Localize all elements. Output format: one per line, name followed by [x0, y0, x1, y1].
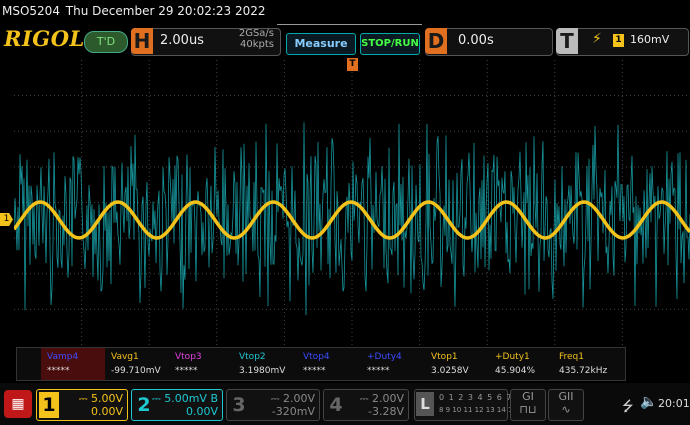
- measurement-value: *****: [47, 366, 70, 376]
- channel-4-button[interactable]: 4 ⎓ 2.00V -3.28V: [323, 389, 409, 421]
- measurement-item[interactable]: Vamp4 *****: [41, 348, 105, 380]
- measurement-item[interactable]: +Duty4 *****: [361, 348, 425, 380]
- usb-icon: ⭍: [622, 399, 634, 415]
- channel-number: 1: [39, 392, 59, 418]
- sample-rate: 2GSa/s: [238, 28, 274, 39]
- generator-2-button[interactable]: GII ∿: [548, 389, 584, 421]
- trigger-position-marker[interactable]: T: [347, 58, 358, 71]
- measurement-name: Freq1: [559, 352, 585, 362]
- logic-channels-low: 0 1 2 3 4 5 6 7: [439, 393, 513, 402]
- channel-number: 4: [329, 394, 343, 416]
- square-wave-icon: ⊓⊔: [519, 403, 537, 416]
- measurement-value: 3.1980mV: [239, 366, 286, 376]
- ch2-waveform: [14, 122, 690, 316]
- title-bar: MSO5204 Thu December 29 20:02:23 2022: [0, 0, 690, 22]
- measurement-name: Vtop2: [239, 352, 266, 362]
- sine-wave-icon: ∿: [561, 403, 571, 416]
- measure-button[interactable]: Measure: [286, 33, 356, 55]
- channel-offset: -3.28V: [368, 405, 404, 418]
- channel-offset: 0.00V: [90, 405, 123, 418]
- measurement-bar: Vamp4 ***** Vavg1 -99.710mV Vtop3 ***** Vtop2 3…: [16, 347, 626, 381]
- waveform-display[interactable]: [14, 60, 690, 345]
- channel-offset: 0.00V: [185, 405, 218, 418]
- trigger-source: 1: [613, 34, 624, 47]
- trigger-status-badge[interactable]: T'D: [84, 31, 128, 53]
- measurement-value: 435.72kHz: [559, 366, 608, 376]
- generator-1-button[interactable]: GI ⊓⊔: [510, 389, 546, 421]
- channel-offset: -320mV: [271, 405, 315, 418]
- ch2-noise-trace: [14, 122, 690, 316]
- channel-3-button[interactable]: 3 ⎓ 2.00V -320mV: [226, 389, 320, 421]
- delay-label: D: [425, 28, 447, 54]
- speaker-icon[interactable]: 🔈: [640, 394, 657, 410]
- channel-scale: ⎓ 5.00mV B: [151, 392, 218, 405]
- logic-channels-high: 8 9 10 11 12 13 14 15: [439, 406, 517, 414]
- horizontal-label: H: [131, 28, 153, 54]
- measurement-name: Vavg1: [111, 352, 139, 362]
- measurement-item[interactable]: Vtop2 3.1980mV: [233, 348, 297, 380]
- memory-depth: 40kpts: [240, 39, 274, 50]
- timebase-value: 2.00us: [160, 33, 204, 48]
- generator-label: GI: [522, 390, 534, 403]
- measurement-name: Vamp4: [47, 352, 79, 362]
- stop-run-button[interactable]: STOP/RUN: [360, 33, 420, 55]
- measurement-item[interactable]: Vavg1 -99.710mV: [105, 348, 169, 380]
- channel-1-button[interactable]: 1 ⎓ 5.00V 0.00V: [36, 389, 128, 421]
- measurement-value: 45.904%: [495, 366, 536, 376]
- measurement-value: -99.710mV: [111, 366, 161, 376]
- memory-bar: [277, 24, 422, 31]
- date-time: Thu December 29 20:02:23 2022: [65, 4, 266, 18]
- generator-label: GII: [558, 390, 574, 403]
- measurement-item[interactable]: Freq1 435.72kHz: [553, 348, 617, 380]
- ch1-offset-marker[interactable]: 1: [0, 213, 13, 226]
- logic-label: L: [416, 392, 434, 416]
- measurement-item[interactable]: Vtop3 *****: [169, 348, 233, 380]
- grid-menu-icon[interactable]: ▦: [4, 390, 32, 418]
- trigger-level: 160mV: [630, 33, 670, 46]
- measurement-name: +Duty4: [367, 352, 402, 362]
- measurement-item[interactable]: Vtop4 *****: [297, 348, 361, 380]
- measurement-item[interactable]: +Duty1 45.904%: [489, 348, 553, 380]
- measurement-item[interactable]: Vtop1 3.0258V: [425, 348, 489, 380]
- measurement-value: 3.0258V: [431, 366, 469, 376]
- delay-value: 0.00s: [458, 33, 494, 48]
- rising-edge-icon: ⚡: [592, 31, 602, 47]
- measurement-value: *****: [175, 366, 198, 376]
- clock: 20:01: [658, 397, 690, 410]
- measurement-name: Vtop3: [175, 352, 202, 362]
- measurement-name: Vtop4: [303, 352, 330, 362]
- measurement-name: +Duty1: [495, 352, 530, 362]
- trigger-label: T: [556, 28, 578, 54]
- channel-2-button[interactable]: 2 ⎓ 5.00mV B 0.00V: [131, 389, 223, 421]
- channel-scale: ⎓ 2.00V: [359, 392, 404, 405]
- sample-info: 2GSa/s 40kpts: [232, 28, 274, 50]
- measurement-value: *****: [367, 366, 390, 376]
- measurement-name: Vtop1: [431, 352, 458, 362]
- model-name: MSO5204: [2, 4, 60, 18]
- channel-scale: ⎓ 2.00V: [270, 392, 315, 405]
- channel-scale: ⎓ 5.00V: [78, 392, 123, 405]
- measurement-value: *****: [303, 366, 326, 376]
- rigol-logo: RIGOL: [4, 26, 85, 51]
- channel-number: 3: [232, 394, 246, 416]
